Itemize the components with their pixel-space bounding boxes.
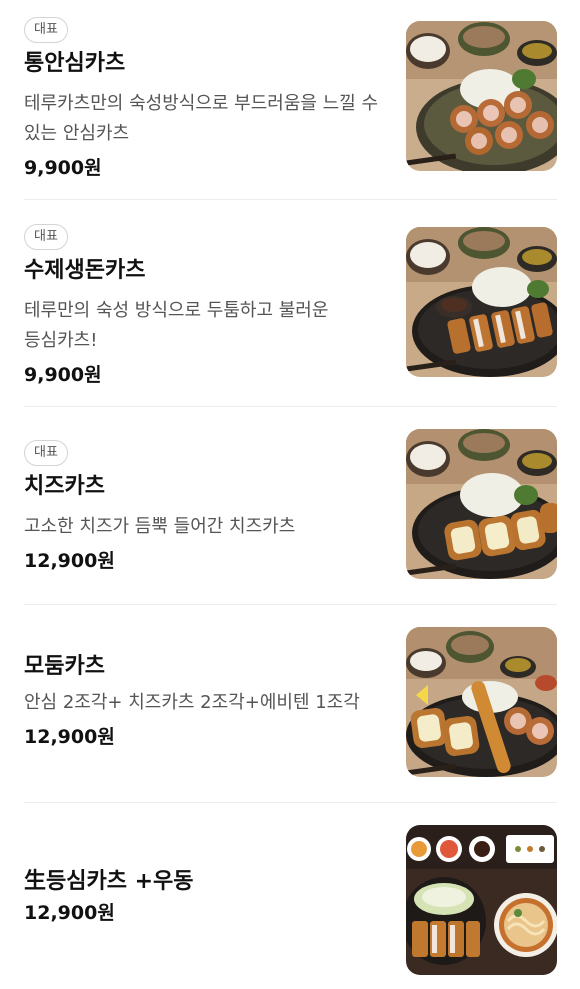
menu-item-text: 대표 통안심카츠 테루카츠만의 숙성방식으로 부드러움을 느낄 수 있는 안심카… (24, 17, 389, 182)
loin-katsu-udon-set-image (406, 825, 557, 975)
cheese-katsu-plate-image (406, 429, 557, 579)
menu-item-name: 통안심카츠 (24, 51, 126, 76)
menu-item-name: 모둠카츠 (24, 654, 105, 679)
menu-item-cheese-katsu[interactable]: 대표 치즈카츠 고소한 치즈가 듬뿍 들어간 치즈카츠 12,900원 (0, 407, 580, 604)
tenderloin-katsu-plate-image (406, 21, 557, 171)
signature-badge: 대표 (24, 17, 68, 43)
menu-item-name: 生등심카츠 +우동 (24, 869, 194, 894)
menu-item-description: 고소한 치즈가 듬뿍 들어간 치즈카츠 (24, 516, 296, 537)
menu-item-assorted-katsu[interactable]: 모둠카츠 안심 2조각+ 치즈카츠 2조각+에비텐 1조각 12,900원 (0, 605, 580, 802)
menu-item-text: 대표 수제생돈카츠 테루만의 숙성 방식으로 두툼하고 불러운 등심카츠! 9,… (24, 224, 389, 389)
menu-item-price: 9,900원 (24, 364, 102, 386)
menu-list: 대표 통안심카츠 테루카츠만의 숙성방식으로 부드러움을 느낄 수 있는 안심카… (0, 0, 580, 989)
menu-item-price: 12,900원 (24, 726, 115, 748)
menu-item-description: 테루카츠만의 숙성방식으로 부드러움을 느낄 수 있는 안심카츠 (24, 93, 379, 144)
menu-item-pork-loin-katsu[interactable]: 대표 수제생돈카츠 테루만의 숙성 방식으로 두툼하고 불러운 등심카츠! 9,… (0, 200, 580, 406)
menu-item-price: 12,900원 (24, 902, 115, 924)
menu-item-name: 치즈카츠 (24, 474, 105, 499)
menu-item-loin-katsu-udon[interactable]: 生등심카츠 +우동 12,900원 (0, 803, 580, 989)
menu-item-price: 12,900원 (24, 550, 115, 572)
menu-item-text: 모둠카츠 안심 2조각+ 치즈카츠 2조각+에비텐 1조각 12,900원 (24, 652, 389, 751)
signature-badge: 대표 (24, 440, 68, 466)
pork-loin-katsu-plate-image (406, 227, 557, 377)
menu-item-text: 대표 치즈카츠 고소한 치즈가 듬뿍 들어간 치즈카츠 12,900원 (24, 440, 389, 575)
menu-item-text: 生등심카츠 +우동 12,900원 (24, 867, 389, 927)
signature-badge: 대표 (24, 224, 68, 250)
menu-item-name: 수제생돈카츠 (24, 258, 146, 283)
menu-item-tenderloin-katsu[interactable]: 대표 통안심카츠 테루카츠만의 숙성방식으로 부드러움을 느낄 수 있는 안심카… (0, 0, 580, 199)
menu-item-price: 9,900원 (24, 157, 102, 179)
menu-item-description: 안심 2조각+ 치즈카츠 2조각+에비텐 1조각 (24, 692, 360, 713)
menu-item-description: 테루만의 숙성 방식으로 두툼하고 불러운 등심카츠! (24, 300, 329, 351)
assorted-katsu-plate-image (406, 627, 557, 777)
